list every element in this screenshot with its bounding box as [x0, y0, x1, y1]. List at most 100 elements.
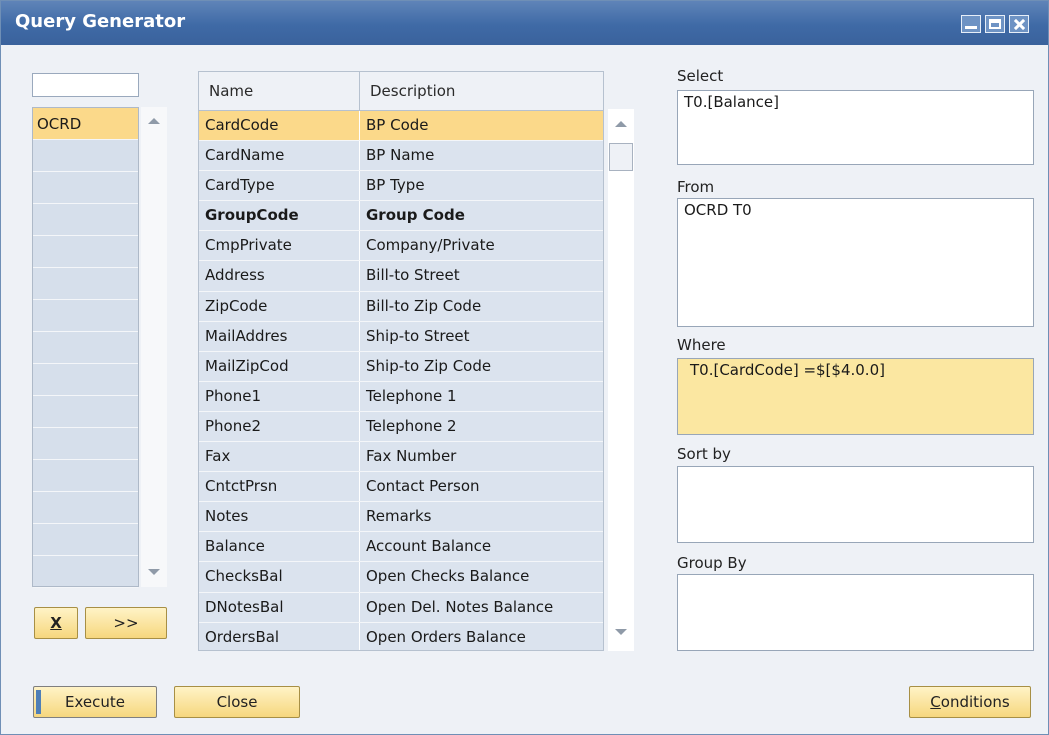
conditions-mnemonic: C [930, 693, 941, 711]
field-name: Address [199, 261, 360, 291]
scroll-thumb[interactable] [609, 143, 633, 171]
field-description: Account Balance [366, 537, 492, 556]
field-row[interactable]: Balance Account Balance [199, 532, 603, 563]
close-button[interactable]: Close [174, 686, 300, 718]
field-description: Open Orders Balance [366, 627, 526, 646]
field-description: Bill-to Zip Code [366, 296, 482, 315]
field-row[interactable]: Notes Remarks [199, 502, 603, 533]
move-right-button[interactable]: >> [85, 607, 167, 639]
remove-label: X [50, 614, 62, 632]
field-name: GroupCode [199, 201, 360, 231]
close-icon[interactable] [1009, 15, 1029, 33]
field-name: Phone1 [199, 381, 360, 411]
field-name: ZipCode [199, 291, 360, 321]
remove-table-button[interactable]: X [34, 607, 78, 639]
field-row[interactable]: Phone2 Telephone 2 [199, 411, 603, 443]
field-name: ChecksBal [199, 562, 360, 592]
field-row[interactable]: CmpPrivate Company/Private [199, 231, 603, 262]
sort-by-field[interactable] [677, 466, 1034, 543]
table-list-item[interactable] [33, 428, 138, 460]
conditions-label: onditions [940, 693, 1010, 711]
field-description: Ship-to Street [366, 326, 470, 345]
scroll-up-icon[interactable] [615, 121, 627, 127]
from-field[interactable]: OCRD T0 [677, 198, 1034, 327]
fields-scrollbar[interactable] [608, 109, 634, 651]
field-row[interactable]: ChecksBal Open Checks Balance [199, 562, 603, 593]
where-field[interactable]: T0.[CardCode] =$[$4.0.0] [677, 358, 1034, 435]
field-name: MailZipCod [199, 351, 360, 381]
table-list-item[interactable] [33, 396, 138, 428]
header-description[interactable]: Description [360, 72, 455, 110]
table-list-item[interactable] [33, 172, 138, 204]
field-description: Bill-to Street [366, 266, 460, 285]
select-label: Select [677, 67, 724, 85]
field-name: CntctPrsn [199, 472, 360, 502]
field-description: Telephone 2 [366, 416, 457, 435]
field-row[interactable]: DNotesBal Open Del. Notes Balance [199, 592, 603, 623]
title-bar[interactable]: Query Generator [1, 1, 1048, 45]
header-name[interactable]: Name [199, 72, 360, 110]
table-search-input[interactable] [32, 73, 139, 97]
field-description: Open Del. Notes Balance [366, 597, 554, 616]
field-row[interactable]: MailAddres Ship-to Street [199, 321, 603, 352]
from-label: From [677, 178, 715, 196]
field-name: DNotesBal [199, 592, 360, 622]
fields-table: Name Description CardCode BP Code CardName… [198, 71, 604, 651]
table-list-item[interactable] [33, 364, 138, 396]
table-list-item[interactable] [33, 140, 138, 172]
field-description: BP Type [366, 176, 425, 195]
tables-list: OCRD [32, 107, 139, 588]
window-title: Query Generator [15, 11, 186, 32]
minimize-icon[interactable] [961, 15, 981, 33]
field-row[interactable]: CntctPrsn Contact Person [199, 472, 603, 503]
field-row[interactable]: ZipCode Bill-to Zip Code [199, 291, 603, 322]
field-description: Open Checks Balance [366, 567, 530, 586]
field-row[interactable]: GroupCode Group Code [199, 201, 603, 232]
scroll-up-icon[interactable] [148, 118, 160, 124]
scroll-down-icon[interactable] [615, 629, 627, 635]
table-list-item[interactable] [33, 524, 138, 556]
field-name: OrdersBal [199, 622, 360, 650]
query-generator-window: Query Generator OCRD X >> Name Descripti… [0, 0, 1049, 735]
table-list-item[interactable] [33, 332, 138, 364]
field-description: BP Code [366, 116, 429, 134]
field-row[interactable]: Address Bill-to Street [199, 261, 603, 292]
tables-scrollbar[interactable] [141, 107, 167, 587]
field-name: Balance [199, 532, 360, 562]
table-list-item[interactable] [33, 204, 138, 236]
scroll-down-icon[interactable] [148, 569, 160, 575]
fields-header: Name Description [199, 72, 603, 111]
field-name: CmpPrivate [199, 231, 360, 261]
table-list-item[interactable] [33, 268, 138, 300]
table-list-item[interactable] [33, 492, 138, 524]
field-row[interactable]: Fax Fax Number [199, 442, 603, 473]
execute-button[interactable]: Execute [33, 686, 157, 718]
conditions-button[interactable]: Conditions [909, 686, 1031, 718]
field-name: CardCode [199, 111, 360, 141]
table-list-item[interactable] [33, 236, 138, 268]
table-list-item[interactable]: OCRD [33, 108, 138, 140]
field-description: Group Code [366, 206, 465, 225]
field-description: Company/Private [366, 236, 495, 255]
field-row[interactable]: CardType BP Type [199, 171, 603, 202]
field-row[interactable]: CardCode BP Code [199, 111, 603, 142]
field-row[interactable]: OrdersBal Open Orders Balance [199, 622, 603, 650]
field-description: Ship-to Zip Code [366, 356, 492, 375]
field-name: MailAddres [199, 321, 360, 351]
table-list-item[interactable] [33, 460, 138, 492]
select-field[interactable]: T0.[Balance] [677, 90, 1034, 165]
where-label: Where [677, 336, 726, 354]
field-name: Phone2 [199, 411, 360, 442]
field-name: CardType [199, 171, 360, 201]
field-description: Contact Person [366, 477, 480, 496]
field-name: CardName [199, 141, 360, 171]
table-list-item[interactable] [33, 300, 138, 332]
maximize-icon[interactable] [985, 15, 1005, 33]
table-list-item[interactable] [33, 556, 138, 588]
field-row[interactable]: MailZipCod Ship-to Zip Code [199, 351, 603, 382]
group-by-field[interactable] [677, 574, 1034, 651]
field-description: Fax Number [366, 447, 457, 466]
field-row[interactable]: Phone1 Telephone 1 [199, 381, 603, 412]
field-row[interactable]: CardName BP Name [199, 141, 603, 172]
field-description: Telephone 1 [366, 386, 457, 405]
